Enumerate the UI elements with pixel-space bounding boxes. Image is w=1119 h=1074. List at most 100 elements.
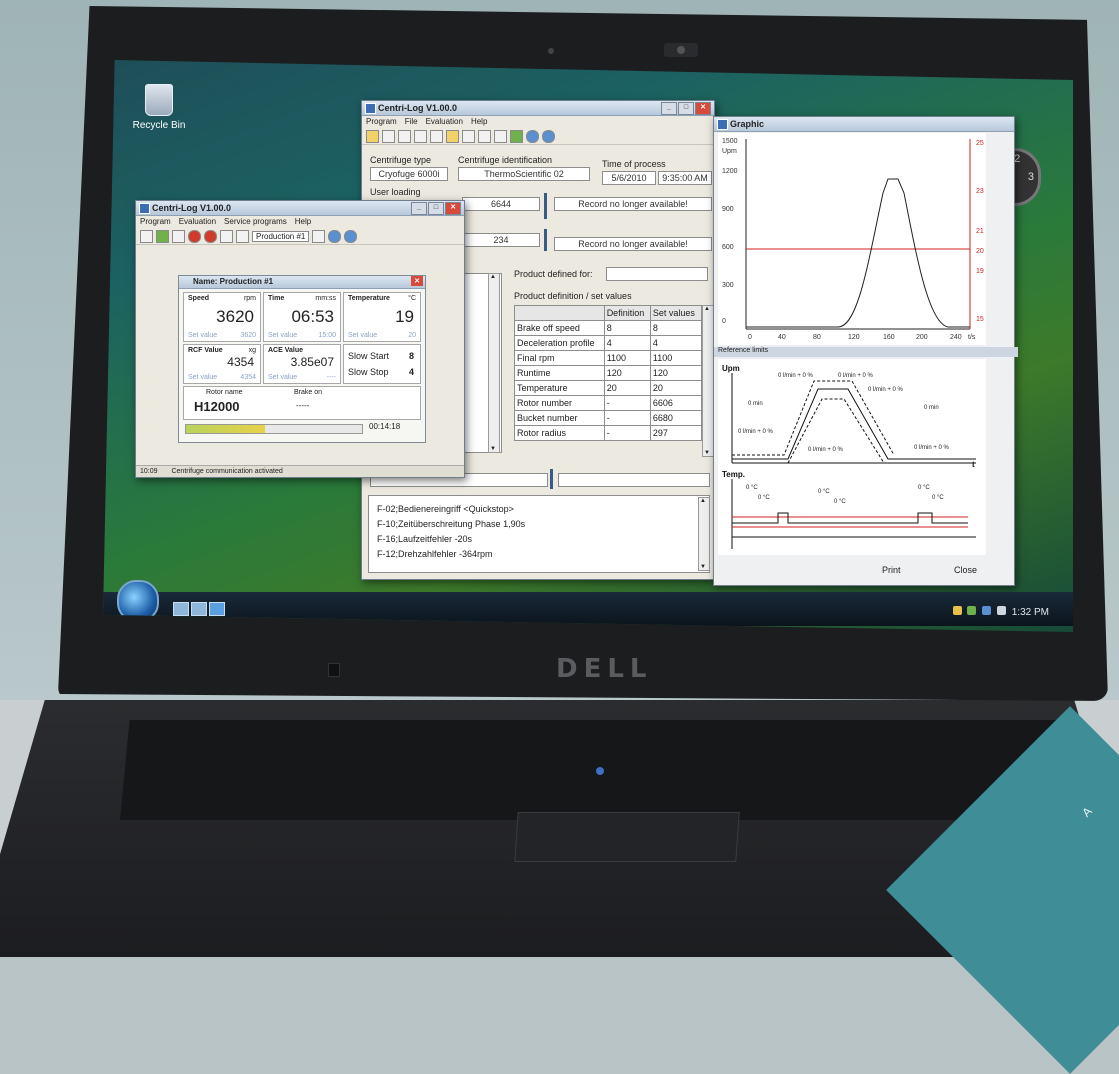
y-tick-label: 300	[722, 282, 734, 289]
close-button[interactable]: ✕	[445, 202, 461, 215]
tool-icon[interactable]	[172, 229, 185, 243]
ref-t-label: t	[972, 460, 975, 469]
log-line: F-16;Laufzeitfehler -20s	[377, 534, 473, 544]
table-row[interactable]: Rotor radius -297	[514, 425, 703, 441]
table-row[interactable]: Temperature 20 20	[514, 380, 703, 396]
browser-icon[interactable]	[209, 602, 225, 616]
tray-icon[interactable]	[952, 606, 962, 615]
product-definition-label: Product definition / set values	[514, 291, 632, 301]
menu-help[interactable]: Help	[471, 116, 487, 128]
volume-icon[interactable]	[996, 606, 1006, 615]
monitor-window-titlebar[interactable]: Centri-Log V1.00.0 _ □ ✕	[136, 201, 464, 216]
menu-evaluation[interactable]: Evaluation	[179, 216, 216, 228]
print-icon[interactable]	[382, 129, 395, 143]
help-icon[interactable]	[542, 129, 555, 143]
menu-evaluation[interactable]: Evaluation	[426, 116, 463, 128]
list-icon[interactable]	[312, 229, 326, 243]
filter-field-right[interactable]	[558, 473, 710, 487]
date-field[interactable]: 5/6/2010	[602, 171, 656, 185]
log-scrollbar[interactable]	[698, 497, 710, 571]
tray-clock[interactable]: 1:32 PM	[1012, 607, 1049, 618]
centrifuge-type-field[interactable]: Cryofuge 6000i	[370, 167, 448, 181]
tool-icon[interactable]	[398, 129, 411, 143]
menu-file[interactable]: File	[405, 116, 418, 128]
production-panel: Name: Production #1 ✕ Speed rpm 3620 Set…	[178, 275, 426, 443]
table-cell[interactable]: 4	[603, 335, 651, 351]
row1-number-field[interactable]: 6644	[462, 197, 540, 211]
maximize-button[interactable]: □	[678, 102, 694, 115]
main-window-titlebar[interactable]: Centri-Log V1.00.0 _ □ ✕	[362, 101, 714, 116]
table-cell[interactable]: -	[603, 425, 651, 441]
print-button[interactable]: Print	[882, 565, 901, 575]
chart-icon[interactable]	[510, 129, 523, 143]
table-row[interactable]: Final rpm 1100 1100	[514, 350, 703, 366]
minimize-button[interactable]: _	[661, 102, 677, 115]
table-cell[interactable]: 8	[603, 320, 651, 336]
menu-program[interactable]: Program	[140, 216, 171, 228]
menu-service-programs[interactable]: Service programs	[224, 216, 287, 228]
copy-icon[interactable]	[430, 129, 443, 143]
slow-stop-label: Slow Stop	[348, 367, 389, 377]
refresh-icon[interactable]	[220, 229, 233, 243]
open-icon[interactable]	[366, 129, 379, 143]
status-led	[328, 663, 340, 677]
window-icon[interactable]	[236, 229, 249, 243]
save-icon[interactable]	[462, 129, 475, 143]
table-cell[interactable]: -	[603, 395, 651, 411]
close-graphic-button[interactable]: Close	[954, 565, 977, 575]
table-row[interactable]: Runtime 120 120	[514, 365, 703, 381]
window-icon[interactable]	[494, 129, 507, 143]
export-icon[interactable]	[478, 129, 491, 143]
row2-message-field[interactable]: Record no longer available!	[554, 237, 712, 251]
table-cell[interactable]: 20	[603, 380, 651, 396]
product-list-scrollbar[interactable]	[488, 273, 500, 453]
row2-number-field[interactable]: 234	[462, 233, 540, 247]
minimize-button[interactable]: _	[411, 202, 427, 215]
webcam-module	[664, 43, 698, 57]
rcf-set-value: 4354	[240, 374, 256, 381]
menu-help[interactable]: Help	[295, 216, 311, 228]
speed-unit: rpm	[243, 295, 256, 302]
trackpoint	[596, 767, 604, 775]
close-button[interactable]: ✕	[411, 276, 423, 286]
table-cell: 8	[649, 320, 703, 336]
info-icon[interactable]	[328, 229, 342, 243]
progress-bar	[185, 424, 363, 434]
main-toolbar	[362, 128, 714, 145]
tray-icon[interactable]	[967, 606, 977, 615]
centrifuge-id-field[interactable]: ThermoScientific 02	[458, 167, 590, 181]
temperature-unit: °C	[408, 295, 416, 302]
product-defined-field[interactable]	[606, 267, 708, 281]
info-icon[interactable]	[526, 129, 539, 143]
brake-label: Brake on	[294, 389, 323, 396]
table-cell[interactable]: 1100	[603, 350, 651, 366]
close-button[interactable]: ✕	[695, 102, 711, 115]
table-row[interactable]: Rotor number -6606	[514, 395, 703, 411]
table-row[interactable]: Brake off speed 8 8	[514, 320, 703, 336]
record-icon[interactable]	[188, 229, 201, 243]
table-row[interactable]: Bucket number -6680	[514, 410, 703, 426]
y2-tick-label: 25	[976, 140, 984, 147]
show-desktop-icon[interactable]	[173, 602, 189, 616]
menu-program[interactable]: Program	[366, 116, 397, 128]
y-tick-label: 0	[722, 318, 726, 325]
table-row[interactable]: Deceleration profile 4 4	[514, 335, 703, 351]
desktop-icon-recycle-bin[interactable]: Recycle Bin	[129, 84, 189, 131]
row1-message-field[interactable]: Record no longer available!	[554, 197, 712, 211]
y2-tick-label: 23	[976, 188, 984, 195]
time-panel: Time mm:ss 06:53 Set value 15:00	[263, 292, 341, 342]
help-icon[interactable]	[344, 229, 358, 243]
folder-icon[interactable]	[446, 129, 459, 143]
table-cell[interactable]: 120	[603, 365, 651, 381]
production-select[interactable]: Production #1	[252, 230, 310, 242]
table-cell[interactable]: -	[603, 410, 651, 426]
switch-windows-icon[interactable]	[191, 602, 207, 616]
chart-icon[interactable]	[156, 229, 169, 243]
stop-icon[interactable]	[204, 229, 217, 243]
network-icon[interactable]	[982, 606, 992, 615]
maximize-button[interactable]: □	[428, 202, 444, 215]
settings-icon[interactable]	[140, 229, 153, 243]
document-icon[interactable]	[414, 129, 427, 143]
time-field[interactable]: 9:35:00 AM	[658, 171, 712, 185]
graphic-window-titlebar[interactable]: Graphic	[714, 117, 1014, 132]
